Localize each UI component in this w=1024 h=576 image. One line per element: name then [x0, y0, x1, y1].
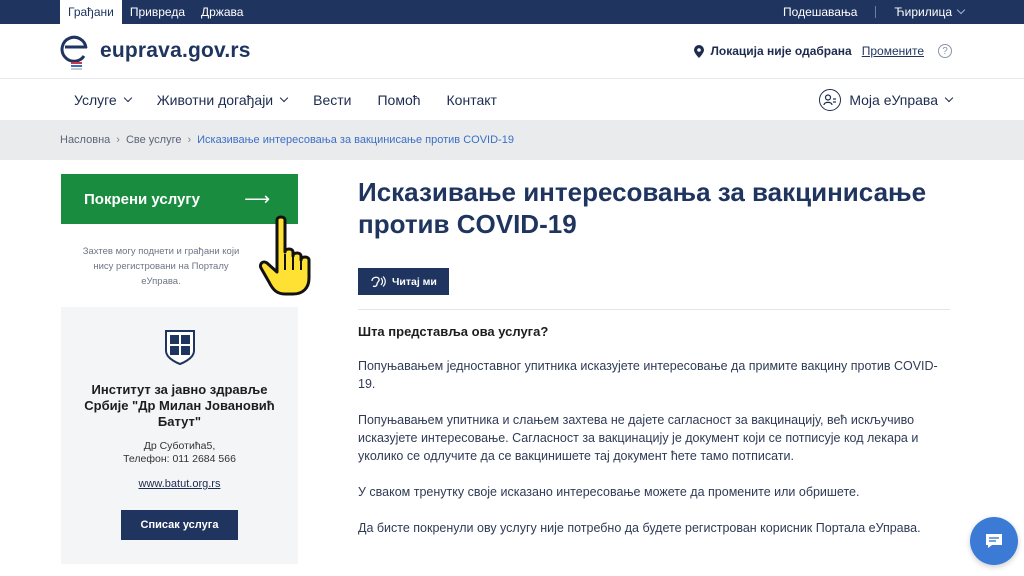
nav-contact[interactable]: Контакт: [447, 92, 497, 108]
divider: [875, 6, 877, 18]
paragraph: У сваком тренутку своје исказано интерес…: [358, 485, 860, 499]
speaker-icon: [371, 276, 386, 288]
arrow-right-icon: ⟶: [244, 188, 270, 209]
section-heading: Шта представља ова услуга?: [358, 324, 549, 339]
user-icon: [819, 88, 842, 111]
account-menu[interactable]: Моја еУправа: [819, 88, 954, 111]
main-nav: Услуге Животни догађаји Вести Помоћ Конт…: [0, 78, 1024, 120]
institution-website-link[interactable]: www.batut.org.rs: [139, 478, 221, 490]
paragraph: Попуњавањем упитника и слањем захтева не…: [358, 413, 919, 463]
chevron-down-icon: [944, 93, 954, 102]
settings-link[interactable]: Подешавања: [783, 5, 857, 19]
paragraph: Да бисте покренули ову услугу није потре…: [358, 521, 921, 535]
page-title: Исказивање интересовања за вакцинисање п…: [358, 177, 927, 239]
read-aloud-button[interactable]: Читај ми: [358, 268, 449, 295]
read-aloud-label: Читај ми: [392, 275, 437, 288]
institution-card: Институт за јавно здравље Србије "Др Мил…: [61, 307, 298, 564]
location-area: Локација није одабрана Промените ?: [694, 44, 952, 58]
nav-life-events[interactable]: Животни догађаји: [156, 91, 289, 108]
change-location-link[interactable]: Промените: [862, 44, 924, 58]
nav-services[interactable]: Услуге: [74, 91, 132, 108]
tab-business[interactable]: Привреда: [122, 0, 193, 24]
tab-citizens[interactable]: Грађани: [60, 0, 122, 24]
chevron-right-icon: ›: [187, 134, 192, 146]
main-article: Исказивање интересовања за вакцинисање п…: [358, 174, 950, 564]
chat-button[interactable]: [970, 517, 1018, 565]
nav-label: Животни догађаји: [156, 91, 274, 108]
start-hint: Захтев могу поднети и грађани који нису …: [82, 246, 240, 287]
top-bar: Грађани Привреда Држава Подешавања Ћирил…: [0, 0, 1024, 24]
account-label: Моја еУправа: [849, 91, 938, 108]
chevron-down-icon: [956, 5, 966, 15]
institution-address: Др Суботића5,: [143, 440, 216, 452]
location-text: Локација није одабрана: [710, 44, 852, 58]
hand-cursor-icon: [259, 215, 311, 296]
nav-help[interactable]: Помоћ: [377, 92, 420, 108]
chat-icon: [986, 534, 1002, 548]
nav-label: Услуге: [74, 91, 117, 108]
logo-text: euprava.gov.rs: [100, 39, 251, 62]
page-content: Покрени услугу ⟶ Захтев могу поднети и г…: [0, 160, 1024, 564]
language-selector[interactable]: Ћирилица: [894, 5, 966, 19]
audience-tabs: Грађани Привреда Држава: [60, 0, 251, 24]
breadcrumb: Насловна › Све услуге › Исказивање интер…: [0, 120, 1024, 160]
chevron-down-icon: [123, 93, 132, 102]
services-list-button[interactable]: Списак услуга: [120, 510, 239, 540]
site-header: euprava.gov.rs Локација није одабрана Пр…: [0, 24, 1024, 78]
breadcrumb-all-services[interactable]: Све услуге: [126, 134, 182, 146]
institution-phone: Телефон: 011 2684 566: [123, 453, 236, 465]
language-label: Ћирилица: [894, 5, 952, 19]
breadcrumb-home[interactable]: Насловна: [60, 134, 110, 146]
location-pin-icon: [694, 44, 705, 58]
institution-name: Институт за јавно здравље Србије "Др Мил…: [84, 382, 275, 429]
chevron-down-icon: [279, 93, 289, 102]
chevron-right-icon: ›: [116, 134, 120, 146]
help-icon[interactable]: ?: [938, 44, 952, 58]
breadcrumb-current: Исказивање интересовања за вакцинисање п…: [197, 134, 514, 146]
start-service-label: Покрени услугу: [84, 190, 200, 208]
site-logo[interactable]: euprava.gov.rs: [60, 32, 251, 70]
paragraph: Попуњавањем једноставног упитника исказу…: [358, 359, 938, 391]
tab-state[interactable]: Држава: [193, 0, 251, 24]
divider: [358, 309, 950, 310]
euprava-logo-icon: [60, 35, 88, 70]
nav-news[interactable]: Вести: [313, 92, 351, 108]
institute-emblem-icon: [164, 330, 195, 366]
